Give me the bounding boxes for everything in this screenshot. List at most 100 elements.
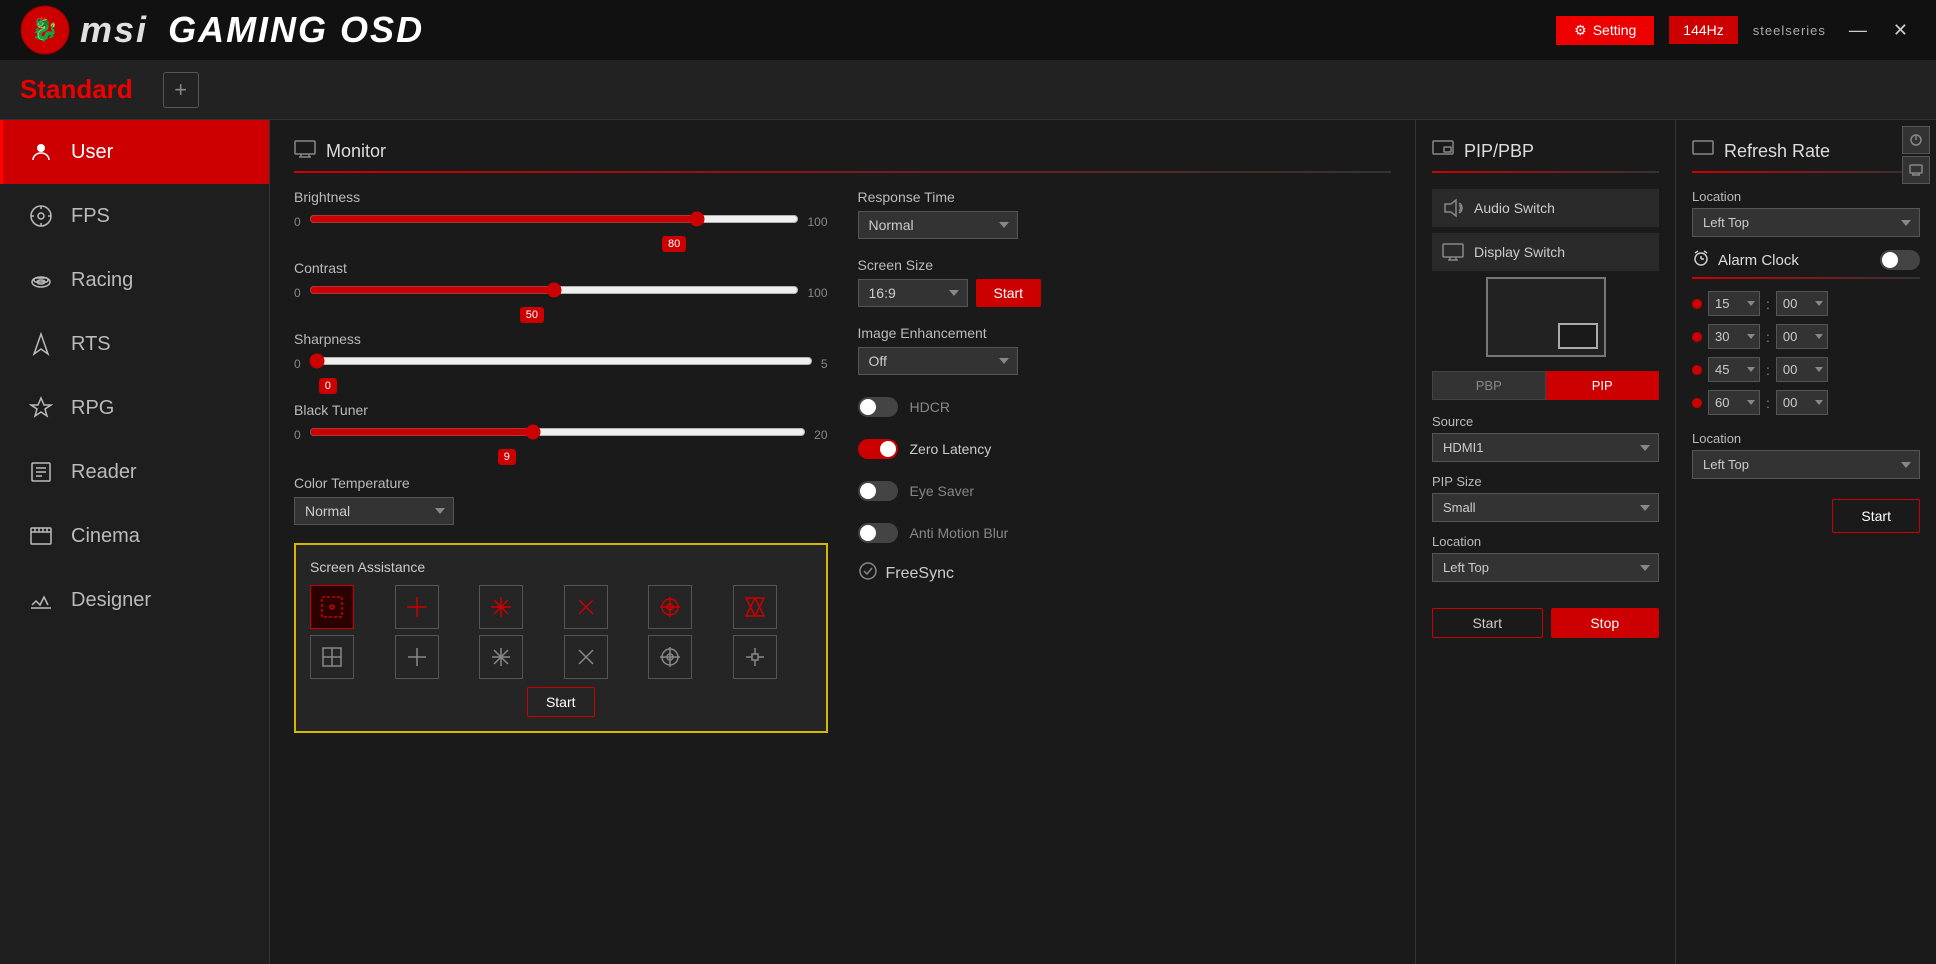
anti-motion-blur-toggle[interactable] xyxy=(858,523,898,543)
sa-icon-9[interactable] xyxy=(479,635,523,679)
sharpness-slider[interactable] xyxy=(309,353,813,369)
brightness-row: 0 80 100 xyxy=(294,211,828,232)
sidebar-item-rpg[interactable]: RPG xyxy=(0,376,269,440)
pip-size-select[interactable]: Small Medium Large xyxy=(1432,493,1659,522)
alarm-hour-2[interactable]: 30 xyxy=(1708,324,1760,349)
zero-latency-toggle[interactable] xyxy=(858,439,898,459)
alarm-hour-4[interactable]: 60 xyxy=(1708,390,1760,415)
location2-select[interactable]: Left Top Right Top Left Bottom Right Bot… xyxy=(1692,450,1920,479)
dragon-icon: 🐉 xyxy=(20,5,70,55)
monitor-cols: Brightness 0 80 100 xyxy=(294,189,1391,733)
alarm-toggle-container xyxy=(1880,250,1920,270)
contrast-slider[interactable] xyxy=(309,282,800,298)
sa-icon-11[interactable] xyxy=(648,635,692,679)
power-icon-btn[interactable] xyxy=(1902,126,1930,154)
sa-icon-4[interactable] xyxy=(564,585,608,629)
add-profile-button[interactable]: + xyxy=(163,72,199,108)
alarm-hour-3[interactable]: 45 xyxy=(1708,357,1760,382)
sidebar-item-user[interactable]: User xyxy=(0,120,269,184)
steelseries-logo: steelseries xyxy=(1753,23,1826,38)
eye-saver-toggle[interactable] xyxy=(858,481,898,501)
reader-icon xyxy=(27,458,55,486)
brightness-min: 0 xyxy=(294,215,301,229)
pip-start-button[interactable]: Start xyxy=(1432,608,1543,638)
freesync-row: FreeSync xyxy=(858,561,1392,586)
sa-icon-7[interactable] xyxy=(310,635,354,679)
sharpness-max: 5 xyxy=(821,357,828,371)
display-switch-item[interactable]: Display Switch xyxy=(1432,233,1659,271)
sa-icon-2[interactable] xyxy=(395,585,439,629)
alarm-toggle[interactable] xyxy=(1880,250,1920,270)
sa-icon-10[interactable] xyxy=(564,635,608,679)
close-button[interactable]: ✕ xyxy=(1885,18,1916,43)
sidebar-item-rts[interactable]: RTS xyxy=(0,312,269,376)
monitor-panel-icon xyxy=(294,140,316,163)
sidebar-item-fps[interactable]: FPS xyxy=(0,184,269,248)
sidebar-item-reader[interactable]: Reader xyxy=(0,440,269,504)
sa-icon-6[interactable] xyxy=(733,585,777,629)
black-tuner-track-container: 9 xyxy=(309,424,806,445)
zero-latency-toggle-thumb xyxy=(880,441,896,457)
anti-motion-blur-toggle-thumb xyxy=(860,525,876,541)
sidebar-item-racing[interactable]: Racing xyxy=(0,248,269,312)
minimize-button[interactable]: — xyxy=(1841,18,1875,43)
alarm-minute-4[interactable]: 00 xyxy=(1776,390,1828,415)
eye-saver-toggle-thumb xyxy=(860,483,876,499)
alarm-hour-1[interactable]: 15 xyxy=(1708,291,1760,316)
monitor-panel-title: Monitor xyxy=(326,141,386,162)
sidebar-item-designer[interactable]: Designer xyxy=(0,568,269,632)
screen-assistance-start-button[interactable]: Start xyxy=(527,687,595,717)
pip-preview xyxy=(1486,277,1606,357)
contrast-row: 0 50 100 xyxy=(294,282,828,303)
brightness-label: Brightness xyxy=(294,189,828,205)
profile-title: Standard xyxy=(20,74,133,105)
refresh-location-select[interactable]: Left Top Right Top Left Bottom Right Bot… xyxy=(1692,208,1920,237)
brightness-value: 80 xyxy=(662,236,686,252)
sidebar-item-label-user: User xyxy=(71,141,113,164)
alarm-minute-2[interactable]: 00 xyxy=(1776,324,1828,349)
pip-tab-pip[interactable]: PIP xyxy=(1546,371,1660,400)
screen-size-section: Screen Size 16:9 Start xyxy=(858,257,1392,307)
refresh-start-button[interactable]: Start xyxy=(1832,499,1920,533)
screen-size-select[interactable]: 16:9 xyxy=(858,279,968,307)
pip-location-select[interactable]: Left Top Right Top Left Bottom Right Bot… xyxy=(1432,553,1659,582)
setting-button[interactable]: ⚙ Setting xyxy=(1556,16,1654,45)
brightness-section: Brightness 0 80 100 xyxy=(294,189,828,232)
image-enhancement-select[interactable]: Off xyxy=(858,347,1018,375)
pip-panel: PIP/PBP Audio Switch Display Switch xyxy=(1416,120,1676,964)
black-tuner-slider[interactable] xyxy=(309,424,806,440)
black-tuner-label: Black Tuner xyxy=(294,402,828,418)
alarm-dot-1 xyxy=(1692,299,1702,309)
refresh-start-row: Start xyxy=(1692,499,1920,533)
alarm-minute-3[interactable]: 00 xyxy=(1776,357,1828,382)
brightness-slider[interactable] xyxy=(309,211,800,227)
hz-button[interactable]: 144Hz xyxy=(1669,16,1737,44)
response-time-select[interactable]: Normal xyxy=(858,211,1018,239)
pip-stop-button[interactable]: Stop xyxy=(1551,608,1660,638)
alarm-colon-2: : xyxy=(1766,329,1770,345)
alarm-minute-1[interactable]: 00 xyxy=(1776,291,1828,316)
hdcr-toggle-item: HDCR xyxy=(858,393,1392,421)
racing-icon xyxy=(27,266,55,294)
display-icon-btn[interactable] xyxy=(1902,156,1930,184)
sa-icon-3[interactable] xyxy=(479,585,523,629)
sa-icon-1[interactable] xyxy=(310,585,354,629)
alarm-colon-1: : xyxy=(1766,296,1770,312)
refresh-panel: Refresh Rate Location Left Top Right Top… xyxy=(1676,120,1936,964)
pip-size-label: PIP Size xyxy=(1432,474,1659,489)
display-switch-label: Display Switch xyxy=(1474,244,1565,260)
sidebar-item-cinema[interactable]: Cinema xyxy=(0,504,269,568)
sidebar-item-label-rpg: RPG xyxy=(71,397,114,420)
pip-tab-pbp[interactable]: PBP xyxy=(1432,371,1546,400)
black-tuner-section: Black Tuner 0 9 20 xyxy=(294,402,828,445)
source-select[interactable]: HDMI1 HDMI2 DP xyxy=(1432,433,1659,462)
hdcr-toggle[interactable] xyxy=(858,397,898,417)
screen-size-start-button[interactable]: Start xyxy=(976,279,1042,307)
sa-icon-8[interactable] xyxy=(395,635,439,679)
sa-icon-12[interactable] xyxy=(733,635,777,679)
audio-switch-item[interactable]: Audio Switch xyxy=(1432,189,1659,227)
sa-icon-5[interactable] xyxy=(648,585,692,629)
color-temp-label: Color Temperature xyxy=(294,475,828,491)
pip-inner-preview xyxy=(1558,323,1598,349)
color-temp-select[interactable]: Normal xyxy=(294,497,454,525)
